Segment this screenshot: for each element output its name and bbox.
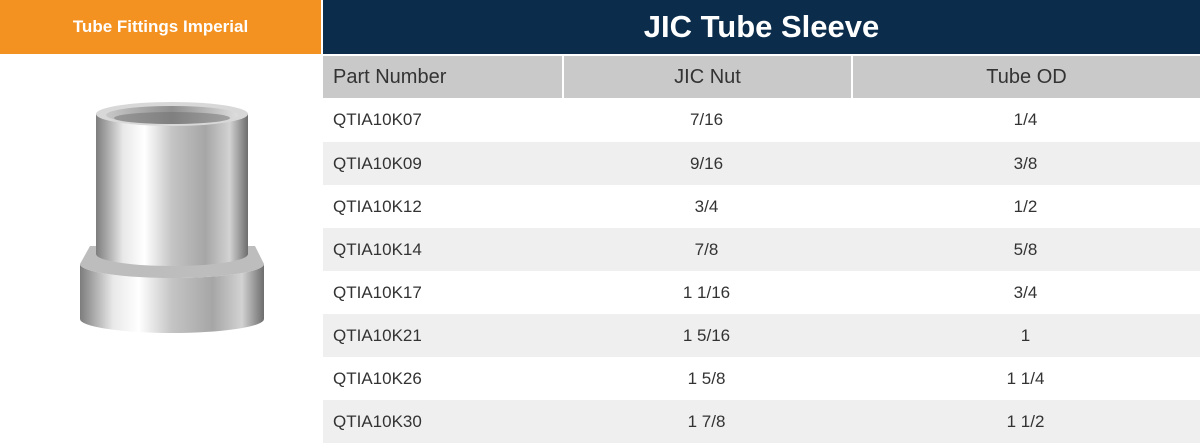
table-row: QTIA10K09 9/16 3/8	[323, 142, 1200, 185]
table-row: QTIA10K17 1 1/16 3/4	[323, 271, 1200, 314]
category-tab: Tube Fittings Imperial	[0, 0, 321, 54]
jic-nut-cell: 3/4	[694, 196, 719, 216]
tube-od-cell: 1 1/2	[1006, 411, 1045, 431]
col-header-tube-od: Tube OD	[851, 56, 1200, 98]
jic-nut-cell: 1 5/8	[687, 368, 726, 388]
part-number-cell: QTIA10K30	[333, 411, 422, 431]
table-row: QTIA10K30 1 7/8 1 1/2	[323, 400, 1200, 443]
tube-od-cell: 5/8	[1013, 239, 1038, 259]
tube-od-cell: 1 1/4	[1006, 368, 1045, 388]
tube-od-cell: 1/4	[1013, 110, 1038, 129]
col-header-part-number: Part Number	[323, 56, 562, 98]
jic-nut-cell: 1 1/16	[682, 282, 731, 302]
part-number-cell: QTIA10K17	[333, 282, 422, 302]
part-number-cell: QTIA10K26	[333, 368, 422, 388]
jic-nut-cell: 1 5/16	[682, 325, 731, 345]
page-title: JIC Tube Sleeve	[323, 0, 1200, 54]
table-header-row: Part Number JIC Nut Tube OD	[323, 56, 1200, 98]
part-number-cell: QTIA10K12	[333, 196, 422, 216]
jic-nut-cell: 1 7/8	[687, 411, 726, 431]
part-number-cell: QTIA10K07	[333, 110, 422, 129]
part-number-cell: QTIA10K21	[333, 325, 422, 345]
tube-od-cell: 3/8	[1013, 153, 1038, 173]
part-number-cell: QTIA10K14	[333, 239, 422, 259]
spec-table: Part Number JIC Nut Tube OD QTIA10K07 7/…	[323, 56, 1200, 443]
col-header-jic-nut: JIC Nut	[562, 56, 851, 98]
table-row: QTIA10K07 7/16 1/4	[323, 98, 1200, 142]
jic-nut-cell: 7/8	[694, 239, 719, 259]
table-row: QTIA10K26 1 5/8 1 1/4	[323, 357, 1200, 400]
table-row: QTIA10K14 7/8 5/8	[323, 228, 1200, 271]
tube-sleeve-product-icon	[80, 102, 264, 333]
tube-od-cell: 1	[1020, 325, 1031, 345]
table-row: QTIA10K12 3/4 1/2	[323, 185, 1200, 228]
tube-od-cell: 3/4	[1013, 282, 1038, 302]
tube-od-cell: 1/2	[1013, 196, 1038, 216]
jic-nut-cell: 7/16	[689, 110, 724, 129]
part-number-cell: QTIA10K09	[333, 153, 422, 173]
jic-nut-cell: 9/16	[689, 153, 724, 173]
table-row: QTIA10K21 1 5/16 1	[323, 314, 1200, 357]
product-image-panel	[0, 54, 321, 443]
